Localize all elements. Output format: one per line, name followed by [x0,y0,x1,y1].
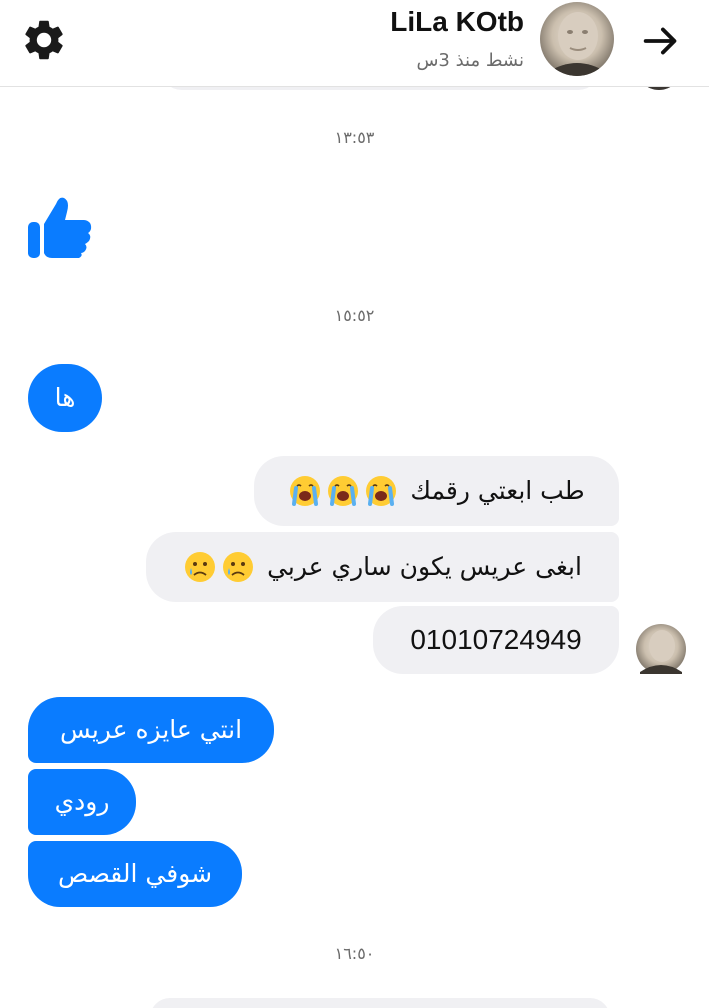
message-text: رودي [54,787,110,816]
gear-icon[interactable] [20,16,68,64]
timestamp: ١٥:٥٢ [334,306,375,325]
received-message[interactable]: 01010724949 [373,606,619,674]
message-text: ابغى عريس يكون ساري عربي [267,552,582,581]
message-text: ها [54,383,76,412]
chat-screen: LiLa KOtb نشط منذ 3س ١٣:٥٣ ١٥:٥٢ ها طب ا… [0,0,709,1008]
emoji-group [183,550,259,584]
next-message-bubble [150,998,610,1008]
loudly-crying-face-icon [290,476,321,506]
message-text: شوفي القصص [57,859,213,888]
timestamp: ١٣:٥٣ [334,128,375,147]
sad-tear-face-icon [185,552,216,582]
sent-message[interactable]: انتي عايزه عريس [28,697,274,763]
message-text: انتي عايزه عريس [59,715,243,744]
message-text: 01010724949 [410,624,582,655]
timestamp: ١٦:٥٠ [334,944,375,963]
received-message[interactable]: ابغى عريس يكون ساري عربي [146,532,619,602]
sent-message[interactable]: ها [28,364,102,432]
avatar-face-icon [640,630,682,674]
profile-avatar[interactable] [540,2,614,76]
emoji-group [288,474,402,508]
arrow-right-icon[interactable] [638,18,684,64]
loudly-crying-face-icon [366,476,397,506]
received-message[interactable]: طب ابعتي رقمك [254,456,619,526]
thumbs-up-icon [28,197,92,258]
contact-name[interactable]: LiLa KOtb [390,6,524,38]
sent-message[interactable]: رودي [28,769,136,835]
message-text: طب ابعتي رقمك [410,476,585,505]
avatar-face-icon [548,12,606,76]
chat-header: LiLa KOtb نشط منذ 3س [0,0,709,87]
sent-message[interactable]: شوفي القصص [28,841,242,907]
active-status: نشط منذ 3س [416,50,524,71]
sender-avatar[interactable] [636,624,686,674]
loudly-crying-face-icon [328,476,359,506]
sad-tear-face-icon [223,552,254,582]
